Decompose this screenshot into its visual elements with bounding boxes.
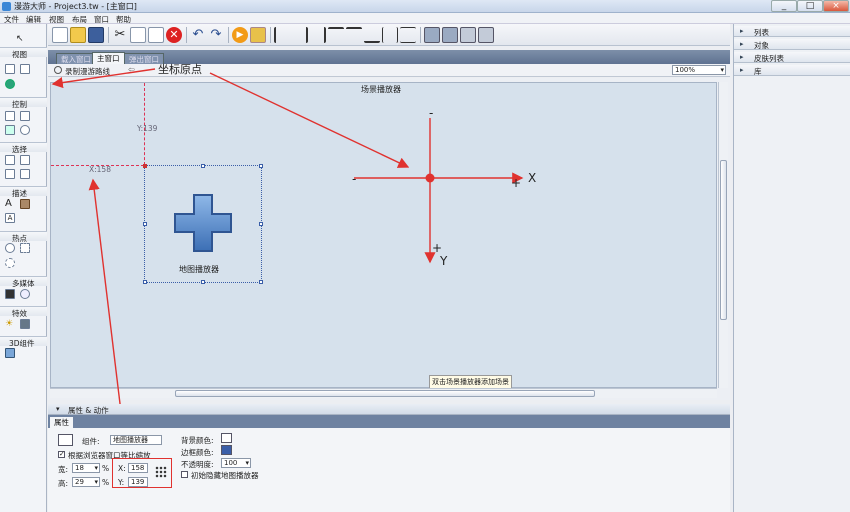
opacity-label: 不透明度: [181,460,214,469]
bg-color-swatch[interactable] [221,433,232,443]
panel-skin-list[interactable]: ▸ 皮肤列表 [734,52,850,63]
hide-checkbox[interactable] [181,471,188,478]
properties-tabs: 属性 [48,415,730,428]
y-minus-sign: - [429,106,434,120]
height-stepper[interactable]: 29 [72,477,100,487]
scale-checkbox[interactable]: ✓ [58,451,65,458]
y-label: Y: [118,478,125,487]
border-color-swatch[interactable] [221,445,232,455]
panel-list[interactable]: ▸ 列表 [734,26,850,37]
origin-dot [425,173,435,183]
x-position-field[interactable]: 158 [128,463,148,473]
component-label: 组件: [82,437,100,446]
expand-icon[interactable]: ▸ [740,40,744,48]
width-stepper[interactable]: 18 [72,463,100,473]
height-percent: % [102,478,110,487]
y-plus-sign: + [432,241,443,255]
panel-library[interactable]: ▸ 库 [734,65,850,76]
bg-color-label: 背景颜色: [181,436,214,445]
height-label: 高: [58,479,69,488]
y-axis-label: Y [440,254,448,268]
origin-pointer-arrow [209,72,410,168]
width-label: 宽: [58,465,69,474]
component-name-field[interactable]: 地图播放器 [110,435,162,445]
border-color-label: 边框颜色: [181,448,214,457]
canvas-origin-arrow [51,68,156,89]
right-panel: ▸ 列表 ▸ 对象 ▸ 皮肤列表 ▸ 库 [733,24,850,512]
expand-icon[interactable]: ▸ [740,27,744,35]
x-axis-label: X [528,171,537,185]
panel-skin-list-label: 皮肤列表 [754,54,784,63]
opacity-stepper[interactable]: 100 [221,458,251,468]
component-type-icon [58,434,73,446]
collapse-icon[interactable]: ▾ [56,405,60,413]
panel-objects-label: 对象 [754,41,769,50]
anchor-grid-icon[interactable] [155,466,167,478]
panel-library-label: 库 [754,67,762,76]
x-plus-sign: + [511,176,522,190]
panel-list-label: 列表 [754,28,769,37]
y-position-field[interactable]: 139 [128,477,148,487]
expand-icon[interactable]: ▸ [740,66,744,74]
x-label: X: [118,464,126,473]
width-percent: % [102,464,110,473]
properties-header: ▾ 属性 & 动作 [48,404,730,415]
panel-objects[interactable]: ▸ 对象 [734,39,850,50]
expand-icon[interactable]: ▸ [740,53,744,61]
hide-checkbox-label: 初始隐藏地图播放器 [191,471,259,480]
tab-properties[interactable]: 属性 [50,417,73,428]
origin-annotation-label: 坐标原点 [158,63,202,76]
x-minus-sign: - [352,172,357,186]
